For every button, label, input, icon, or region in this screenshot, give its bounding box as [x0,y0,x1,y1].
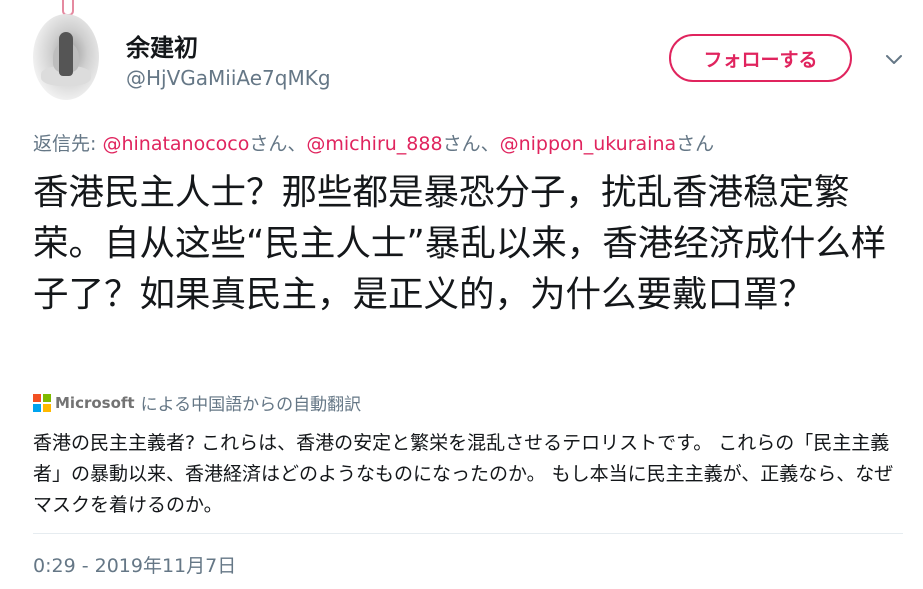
chevron-down-icon[interactable] [884,53,904,67]
mention-link[interactable]: @nippon_ukuraina [500,133,677,155]
mention-suffix: さん、 [442,133,500,155]
reply-to-line: 返信先: @hinatanococoさん、@michiru_888さん、@nip… [33,129,714,156]
tweet-text: 香港民主人士？那些都是暴恐分子，扰乱香港稳定繁荣。自从这些“民主人士”暴乱以来，… [33,172,887,315]
divider [33,533,903,534]
translation-label: による中国語からの自動翻訳 [140,395,362,415]
tweet-timestamp[interactable]: 0:29 - 2019年11月7日 [33,551,236,578]
translation-attribution[interactable]: Microsoft による中国語からの自動翻訳 [33,390,361,415]
mention-suffix: さん、 [249,133,307,155]
follow-button-label: フォローする [703,48,818,71]
mention-link[interactable]: @michiru_888 [306,133,442,155]
microsoft-logo-icon [33,393,51,412]
avatar[interactable] [33,14,99,100]
follow-button[interactable]: フォローする [669,34,852,82]
display-name[interactable]: 余建初 [126,28,198,63]
reply-prefix: 返信先: [33,133,103,155]
avatar-figure-hair [59,32,73,76]
translated-text: 香港の民主主義者? これらは、香港の安定と繁栄を混乱させるテロリストです。 これ… [33,432,894,516]
mention-suffix: さん [676,133,715,155]
translation-brand: Microsoft [55,393,135,412]
user-handle[interactable]: @HjVGaMiiAe7qMKg [126,66,331,90]
mention-link[interactable]: @hinatanococo [102,133,249,155]
